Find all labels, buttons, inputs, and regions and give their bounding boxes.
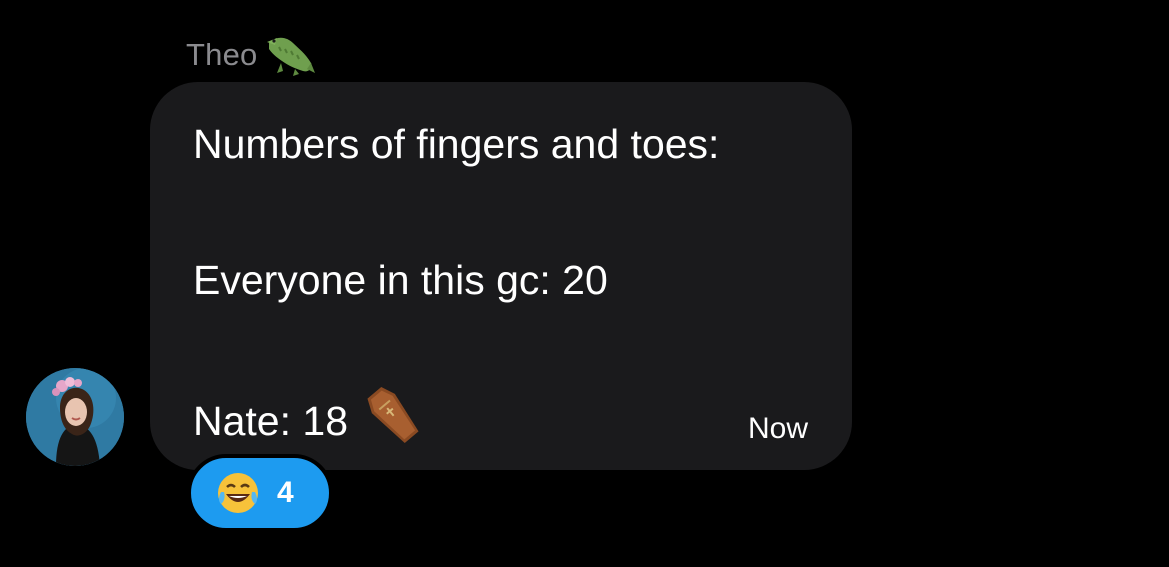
message-line-3-text: Nate: 18 [193, 397, 348, 444]
tears-of-joy-icon [215, 470, 261, 516]
avatar[interactable] [26, 368, 124, 466]
reaction-count: 4 [277, 476, 294, 509]
reaction-pill[interactable]: 4 [187, 454, 333, 532]
coffin-icon [362, 382, 424, 448]
message-line-3: Nate: 18 [193, 386, 424, 448]
message-line-1: Numbers of fingers and toes: [193, 121, 720, 167]
sender-name[interactable]: Theo [186, 37, 257, 73]
message-timestamp: Now [747, 412, 808, 445]
message-line-2: Everyone in this gc: 20 [193, 257, 608, 303]
crocodile-icon [263, 33, 317, 77]
sender-header: Theo [186, 32, 317, 78]
message-bubble[interactable]: Numbers of fingers and toes: Everyone in… [150, 82, 852, 470]
